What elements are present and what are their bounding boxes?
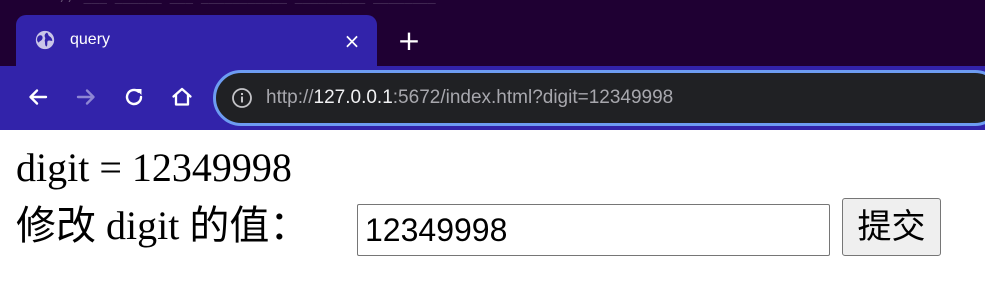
tab-title: query	[70, 31, 111, 48]
tab-close-button[interactable]: ×	[339, 28, 365, 54]
forward-button[interactable]	[72, 83, 100, 111]
url-text[interactable]: http://127.0.0.1:5672/index.html?digit=1…	[266, 87, 673, 109]
browser-tab-strip: // ___ ______ ___ ___________ _________ …	[0, 0, 985, 66]
submit-button[interactable]: 提交	[842, 198, 941, 256]
page-content: digit = 12349998 修改 digit 的值： 提交	[0, 130, 985, 300]
info-icon[interactable]	[231, 87, 253, 109]
url-path: :5672/index.html?digit=12349998	[392, 87, 674, 108]
globe-icon	[35, 30, 55, 50]
browser-tab-active[interactable]: query ×	[16, 15, 377, 66]
digit-input[interactable]	[357, 204, 830, 256]
background-window-text: // ___ ______ ___ ___________ _________ …	[60, 0, 760, 4]
home-button[interactable]	[168, 83, 196, 111]
url-scheme: http://	[266, 87, 314, 108]
digit-display: digit = 12349998	[16, 145, 292, 190]
new-tab-button[interactable]: +	[394, 26, 424, 56]
back-button[interactable]	[24, 83, 52, 111]
url-host: 127.0.0.1	[313, 87, 393, 108]
reload-button[interactable]	[120, 83, 148, 111]
browser-toolbar: http://127.0.0.1:5672/index.html?digit=1…	[0, 66, 985, 130]
address-bar[interactable]: http://127.0.0.1:5672/index.html?digit=1…	[213, 70, 985, 126]
digit-form-label: 修改 digit 的值：	[16, 203, 310, 248]
